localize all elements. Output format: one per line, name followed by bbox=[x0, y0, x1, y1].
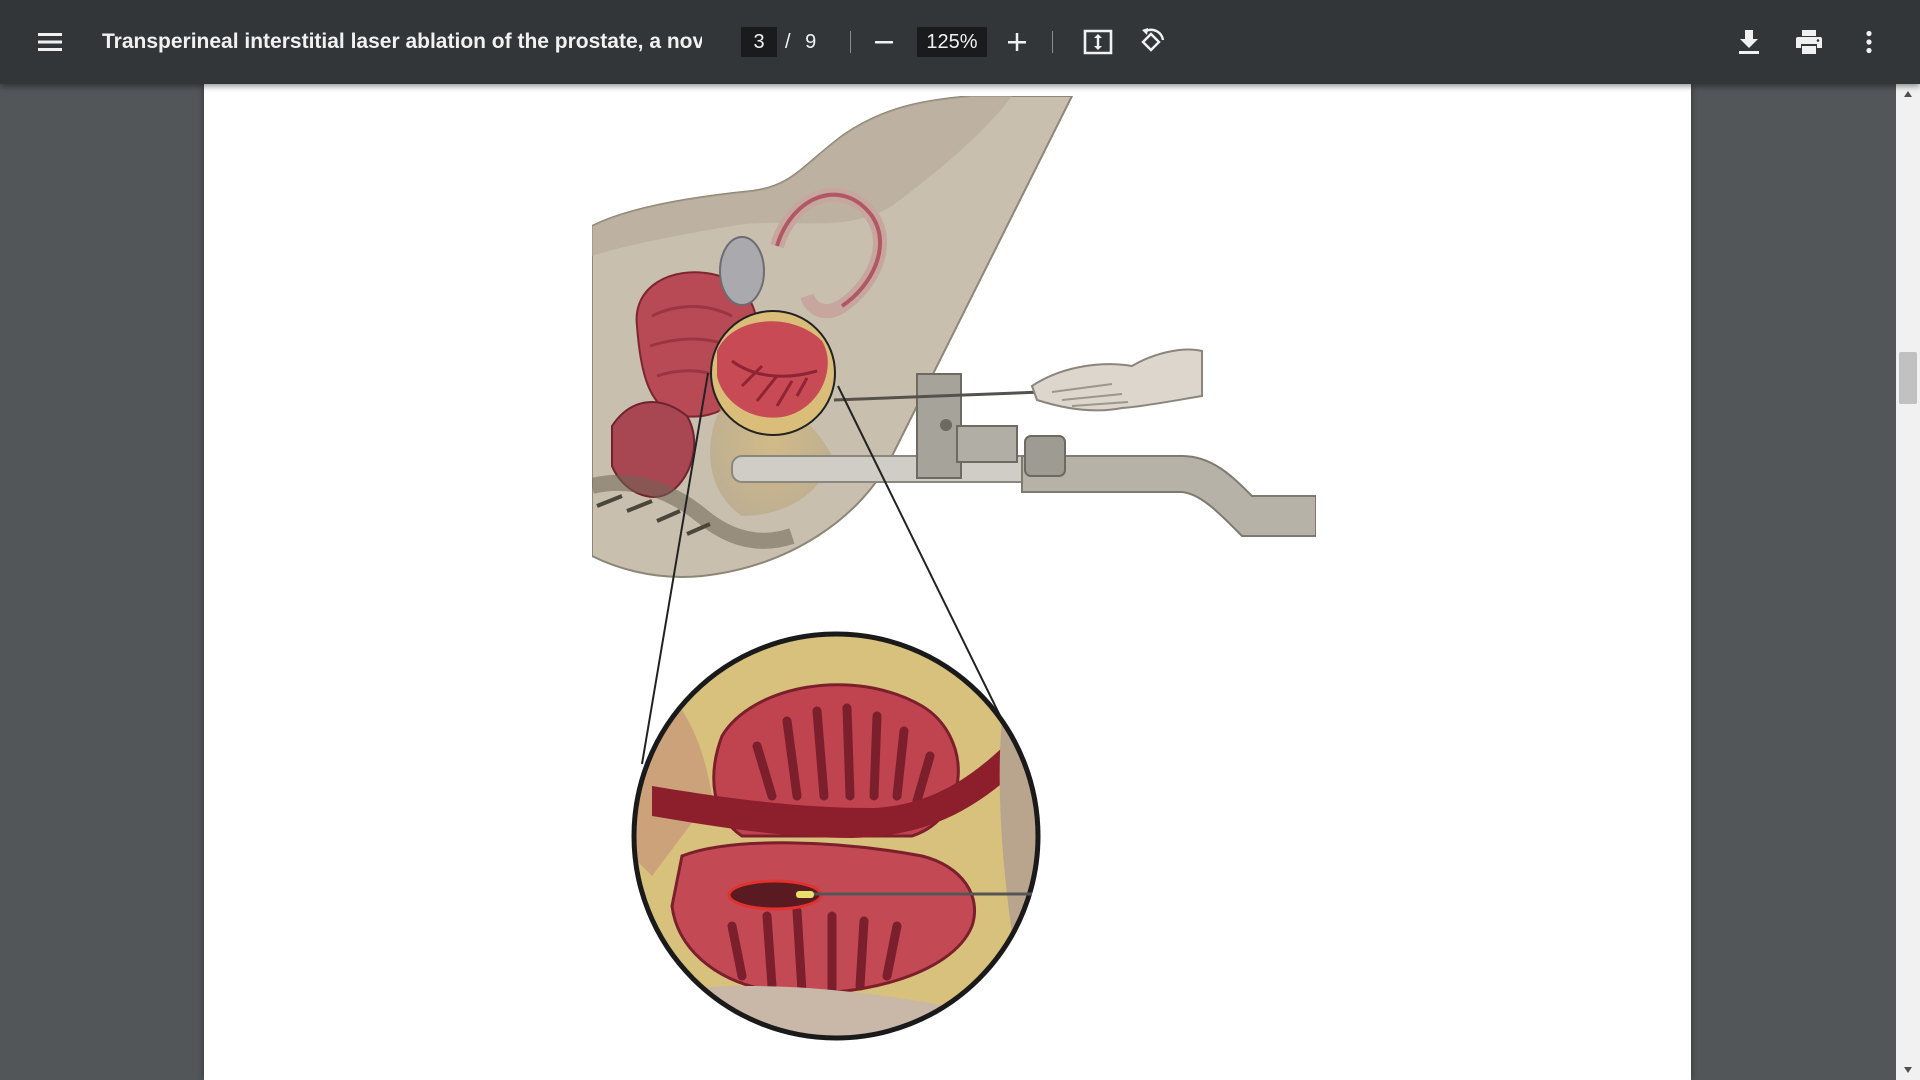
plus-icon[interactable] bbox=[997, 22, 1037, 62]
page-separator: / bbox=[785, 31, 791, 53]
page-number-input[interactable] bbox=[741, 27, 777, 57]
pdf-page bbox=[204, 84, 1691, 1080]
toolbar-divider bbox=[1052, 31, 1053, 53]
menu-icon[interactable] bbox=[30, 22, 70, 62]
rotate-icon[interactable] bbox=[1131, 22, 1171, 62]
toolbar-divider bbox=[850, 31, 851, 53]
anatomical-illustration bbox=[592, 96, 1316, 1041]
document-viewer[interactable] bbox=[0, 84, 1920, 1080]
total-pages: 9 bbox=[805, 31, 817, 53]
scrollbar-thumb[interactable] bbox=[1899, 352, 1917, 404]
vertical-scrollbar[interactable] bbox=[1896, 84, 1920, 1080]
print-icon[interactable] bbox=[1789, 22, 1829, 62]
scroll-up-arrow-icon[interactable] bbox=[1896, 84, 1920, 104]
scroll-down-arrow-icon[interactable] bbox=[1896, 1060, 1920, 1080]
page-count: / 9 bbox=[780, 27, 840, 57]
download-icon[interactable] bbox=[1729, 22, 1769, 62]
pdf-toolbar: Transperineal interstitial laser ablatio… bbox=[0, 0, 1920, 84]
document-title: Transperineal interstitial laser ablatio… bbox=[102, 30, 702, 53]
fit-to-page-icon[interactable] bbox=[1078, 22, 1118, 62]
more-vert-icon[interactable] bbox=[1849, 22, 1889, 62]
minus-icon[interactable] bbox=[864, 22, 904, 62]
zoom-level-input[interactable] bbox=[917, 27, 987, 57]
